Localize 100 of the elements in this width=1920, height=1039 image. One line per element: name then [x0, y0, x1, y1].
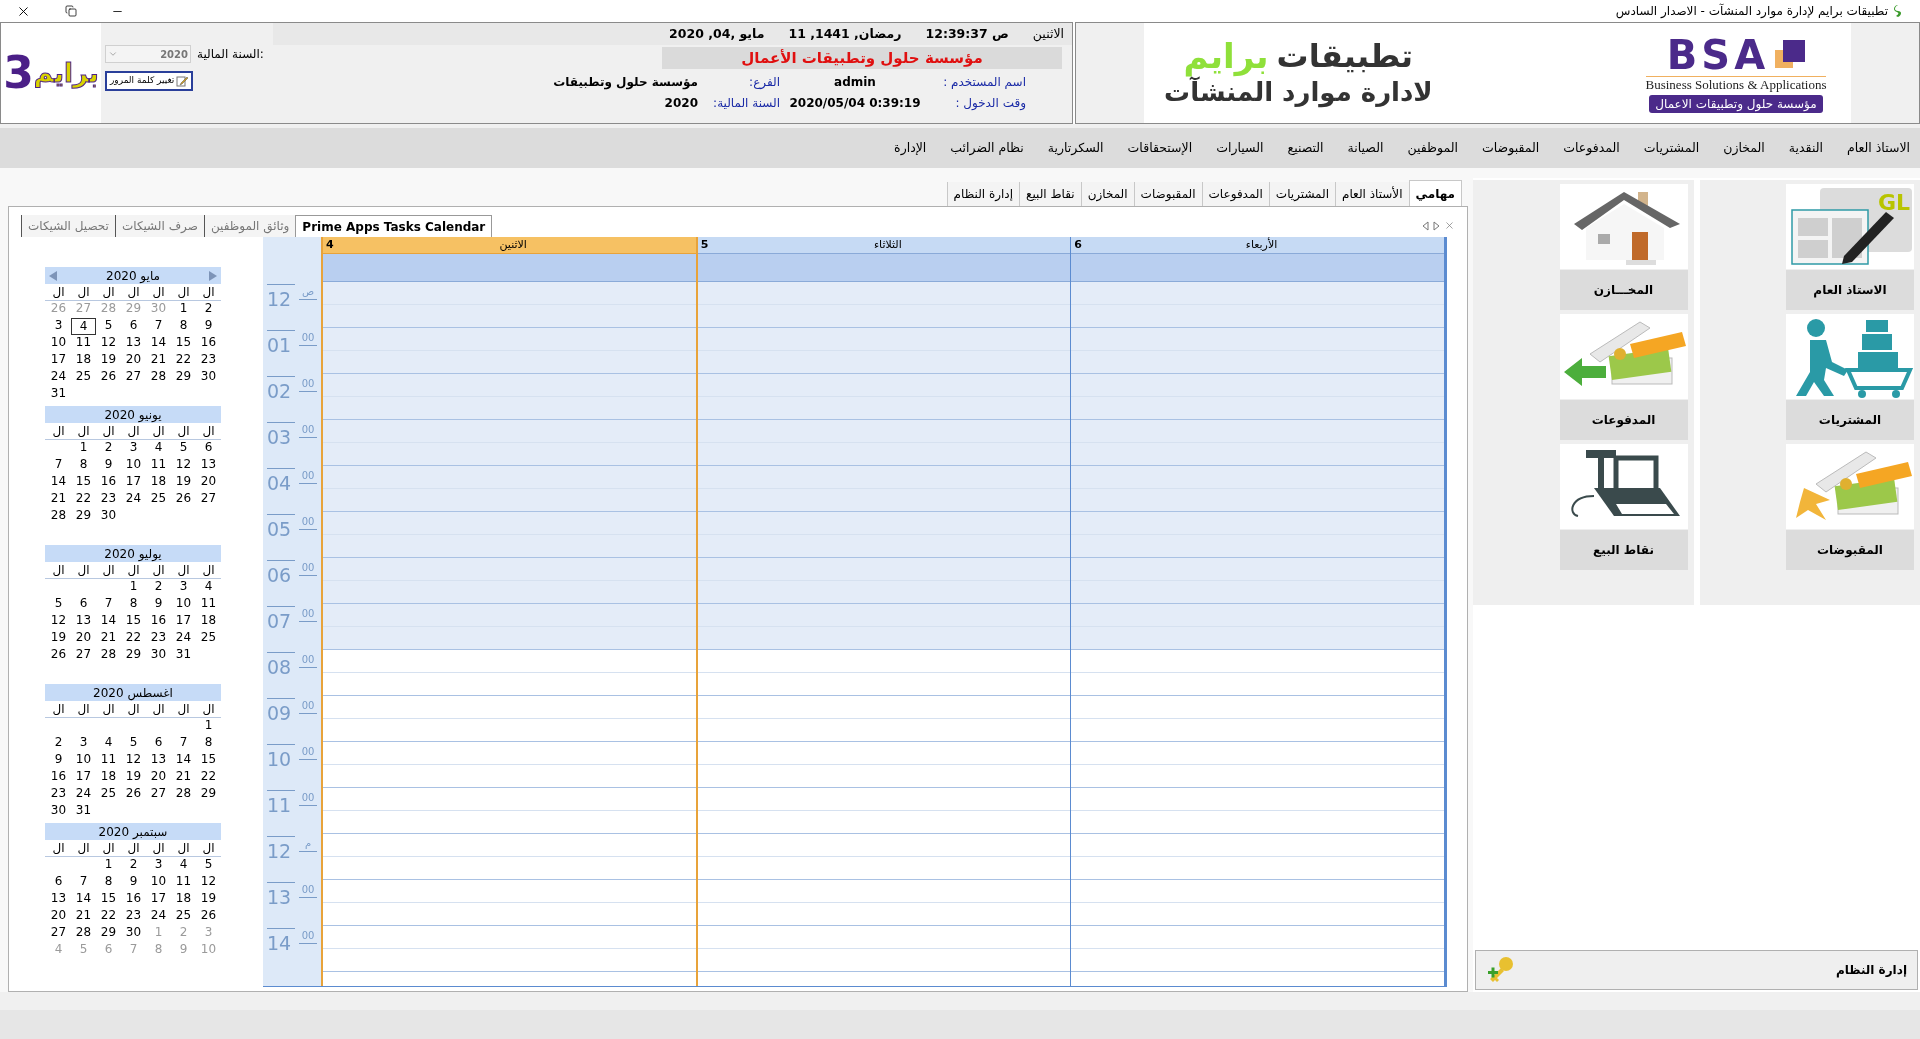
time-slot[interactable]	[1071, 466, 1444, 512]
module-tab[interactable]: المدفوعات	[1201, 182, 1269, 206]
calendar-day[interactable]: 28	[46, 508, 71, 525]
calendar-day[interactable]: 12	[121, 752, 146, 769]
calendar-day[interactable]: 1	[196, 718, 221, 735]
module-button[interactable]: نقاط البيع	[1559, 530, 1688, 570]
calendar-day[interactable]: 21	[46, 491, 71, 508]
time-slot[interactable]	[1071, 282, 1444, 328]
calendar-day[interactable]: 19	[96, 352, 121, 369]
module-tab[interactable]: الأستاذ العام	[1335, 182, 1409, 206]
document-tab[interactable]: تحصيل الشيكات	[21, 215, 115, 237]
time-slot[interactable]	[323, 466, 696, 512]
calendar-day[interactable]: 17	[46, 352, 71, 369]
calendar-day[interactable]: 4	[196, 579, 221, 596]
calendar-day[interactable]: 27	[146, 786, 171, 803]
calendar-day[interactable]: 7	[46, 457, 71, 474]
calendar-day[interactable]: 24	[121, 491, 146, 508]
calendar-day[interactable]: 21	[171, 769, 196, 786]
time-slot[interactable]	[697, 558, 1071, 604]
calendar-day[interactable]: 11	[196, 596, 221, 613]
module-button[interactable]: المدفوعات	[1559, 400, 1688, 440]
calendar-day[interactable]: 9	[46, 752, 71, 769]
calendar-day[interactable]: 3	[71, 735, 96, 752]
time-slot[interactable]	[323, 558, 696, 604]
calendar-day[interactable]: 16	[196, 335, 221, 352]
calendar-day[interactable]: 23	[96, 491, 121, 508]
calendar-day[interactable]: 21	[71, 908, 96, 925]
calendar-day[interactable]: 1	[171, 301, 196, 318]
calendar-day[interactable]: 3	[146, 857, 171, 874]
menu-item[interactable]: الموظفين	[1407, 138, 1458, 158]
menu-item[interactable]: المقبوضات	[1482, 138, 1540, 158]
calendar-day[interactable]: 31	[171, 647, 196, 664]
menu-item[interactable]: المخازن	[1723, 138, 1765, 158]
calendar-day[interactable]: 6	[71, 596, 96, 613]
calendar-day[interactable]: 24	[171, 630, 196, 647]
calendar-day[interactable]: 13	[46, 891, 71, 908]
calendar-day[interactable]: 23	[196, 352, 221, 369]
calendar-day[interactable]: 14	[46, 474, 71, 491]
menu-item[interactable]: الاستاذ العام	[1846, 138, 1910, 158]
time-slot[interactable]	[697, 466, 1071, 512]
calendar-day[interactable]: 28	[146, 369, 171, 386]
module-button[interactable]: المخـــازن	[1559, 270, 1688, 310]
calendar-day[interactable]: 24	[146, 908, 171, 925]
calendar-day[interactable]: 22	[96, 908, 121, 925]
document-tab[interactable]: صرف الشيكات	[114, 215, 204, 237]
calendar-day[interactable]: 27	[196, 491, 221, 508]
calendar-day[interactable]: 8	[71, 457, 96, 474]
calendar-day[interactable]: 25	[71, 369, 96, 386]
calendar-day[interactable]: 6	[146, 735, 171, 752]
calendar-day[interactable]: 15	[71, 474, 96, 491]
calendar-day[interactable]: 9	[196, 318, 221, 335]
calendar-day[interactable]: 25	[146, 491, 171, 508]
calendar-day[interactable]: 21	[146, 352, 171, 369]
calendar-day[interactable]: 11	[71, 335, 96, 352]
calendar-day[interactable]: 2	[96, 440, 121, 457]
calendar-day[interactable]: 27	[121, 369, 146, 386]
calendar-day[interactable]: 19	[121, 769, 146, 786]
calendar-day[interactable]: 15	[96, 891, 121, 908]
calendar-day[interactable]: 29	[71, 508, 96, 525]
calendar-day[interactable]: 16	[96, 474, 121, 491]
calendar-day[interactable]: 10	[146, 874, 171, 891]
calendar-day[interactable]: 27	[71, 647, 96, 664]
calendar-day[interactable]: 30	[146, 647, 171, 664]
calendar-day[interactable]: 16	[121, 891, 146, 908]
module-tab[interactable]: المشتريات	[1268, 182, 1335, 206]
menu-item[interactable]: التصنيع	[1287, 138, 1324, 158]
calendar-day[interactable]: 17	[171, 613, 196, 630]
menu-item[interactable]: السيارات	[1216, 138, 1264, 158]
calendar-day[interactable]: 13	[121, 335, 146, 352]
time-slot[interactable]	[697, 374, 1071, 420]
calendar-day[interactable]: 4	[71, 318, 96, 335]
calendar-day[interactable]: 29	[196, 786, 221, 803]
calendar-day[interactable]: 5	[121, 735, 146, 752]
menu-item[interactable]: النقدية	[1788, 138, 1823, 158]
calendar-day[interactable]: 29	[96, 925, 121, 942]
calendar-day[interactable]: 26	[121, 786, 146, 803]
calendar-day[interactable]: 7	[146, 318, 171, 335]
calendar-day[interactable]: 5	[96, 318, 121, 335]
previous-icon[interactable]	[1422, 220, 1429, 231]
calendar-day[interactable]: 2	[121, 857, 146, 874]
calendar-day[interactable]: 28	[71, 925, 96, 942]
calendar-day[interactable]: 3	[171, 579, 196, 596]
calendar-day[interactable]: 14	[96, 613, 121, 630]
time-slot[interactable]	[1071, 558, 1444, 604]
module-tab[interactable]: إدارة النظام	[946, 182, 1020, 206]
module-tab[interactable]: مهامي	[1408, 180, 1462, 206]
calendar-day[interactable]: 18	[146, 474, 171, 491]
menu-item[interactable]: المشتريات	[1643, 138, 1700, 158]
calendar-day[interactable]: 14	[71, 891, 96, 908]
calendar-day[interactable]: 20	[46, 908, 71, 925]
calendar-day[interactable]: 8	[171, 318, 196, 335]
time-slot[interactable]	[1071, 420, 1444, 466]
calendar-day[interactable]: 1	[71, 440, 96, 457]
calendar-day[interactable]: 3	[46, 318, 71, 335]
calendar-day[interactable]: 13	[196, 457, 221, 474]
calendar-day[interactable]: 29	[171, 369, 196, 386]
time-slot[interactable]	[323, 604, 696, 650]
time-slot[interactable]	[1071, 604, 1444, 650]
calendar-day[interactable]: 13	[71, 613, 96, 630]
calendar-day[interactable]: 14	[146, 335, 171, 352]
